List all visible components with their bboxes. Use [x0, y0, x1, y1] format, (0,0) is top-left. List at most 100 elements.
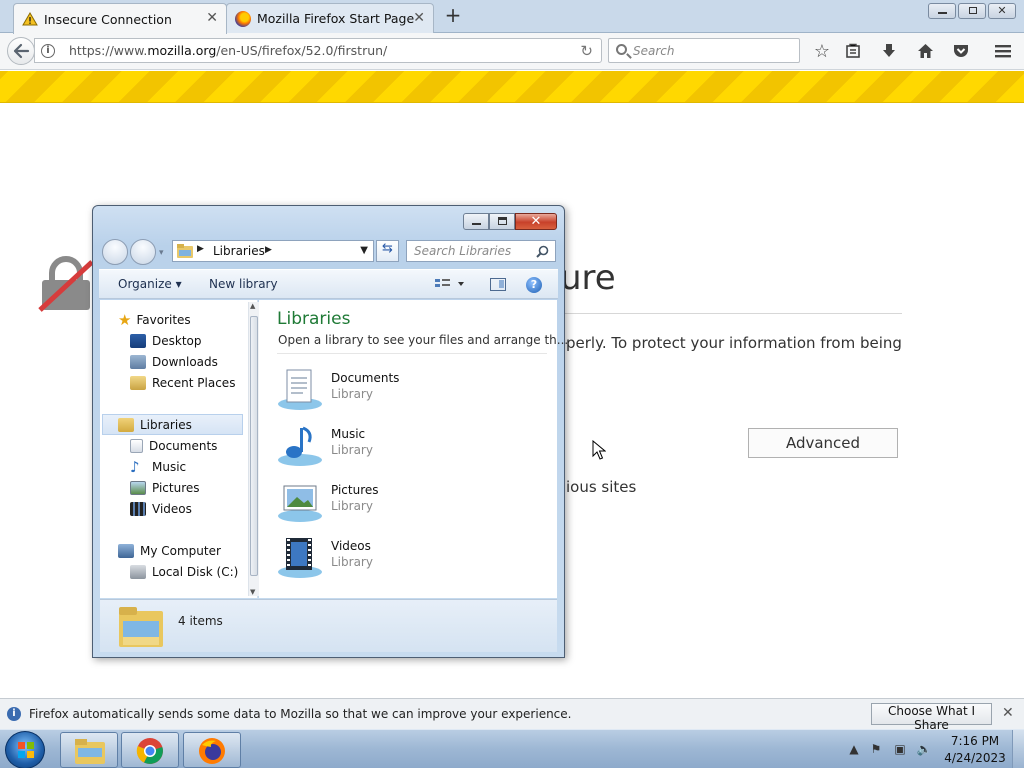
search-placeholder: Search Libraries — [414, 244, 512, 258]
volume-muted-icon[interactable]: 🔈 — [916, 742, 932, 758]
scroll-down-icon[interactable]: ▼ — [250, 588, 255, 596]
organize-button[interactable]: Organize ▾ — [118, 277, 182, 291]
libraries-content-pane: Libraries Open a library to see your fil… — [259, 300, 568, 598]
search-bar[interactable]: Search — [608, 38, 800, 63]
mouse-cursor-icon — [592, 440, 606, 460]
documents-library-icon — [278, 369, 322, 410]
chrome-icon — [136, 738, 163, 764]
scroll-up-icon[interactable]: ▲ — [250, 302, 255, 310]
window-controls: ✕ — [928, 3, 1016, 19]
new-library-button[interactable]: New library — [209, 277, 278, 291]
pocket-icon[interactable] — [950, 40, 972, 62]
close-tab-icon[interactable]: ✕ — [413, 10, 425, 26]
library-item-documents[interactable]: Documents Library — [277, 366, 477, 416]
breadcrumb-arrow-icon[interactable]: ▶ — [197, 244, 204, 254]
desktop-icon — [130, 333, 146, 348]
broken-lock-icon — [38, 256, 94, 312]
explorer-search-input[interactable]: Search Libraries — [406, 240, 556, 262]
reading-list-icon[interactable] — [842, 40, 864, 62]
back-button[interactable] — [7, 37, 35, 65]
library-item-videos[interactable]: Videos Library — [277, 534, 477, 584]
library-folder-icon — [177, 244, 193, 258]
search-icon — [616, 44, 627, 55]
navigation-scrollbar[interactable]: ▲ ▼ — [248, 302, 259, 596]
choose-what-i-share-button[interactable]: Choose What I Share — [871, 703, 992, 732]
close-icon[interactable]: ✕ — [1002, 705, 1014, 721]
nav-my-computer[interactable]: My Computer — [118, 540, 265, 561]
explorer-forward-button[interactable] — [130, 239, 156, 265]
pictures-icon — [130, 480, 146, 495]
back-arrow-icon — [13, 43, 30, 59]
explorer-address-bar[interactable]: ▶ Libraries ▶ ▼ — [172, 240, 374, 262]
libraries-heading: Libraries — [277, 309, 351, 329]
reload-icon[interactable]: ↻ — [580, 42, 593, 60]
divider — [560, 313, 902, 314]
new-tab-button[interactable]: + — [441, 5, 465, 27]
download-icon[interactable] — [878, 40, 900, 62]
taskbar-firefox[interactable] — [183, 732, 241, 768]
firefox-icon — [235, 10, 251, 27]
data-notification-bar: i Firefox automatically sends some data … — [0, 698, 1024, 732]
breadcrumb[interactable]: Libraries — [213, 244, 265, 258]
nav-favorites[interactable]: ★ Favorites — [118, 309, 265, 330]
divider — [277, 353, 547, 354]
search-icon[interactable] — [536, 245, 549, 258]
scrollbar-thumb[interactable] — [250, 316, 258, 576]
change-view-icon[interactable] — [435, 278, 465, 294]
tab-firefox-start[interactable]: Mozilla Firefox Start Page ✕ — [226, 3, 434, 33]
minimize-button[interactable] — [928, 3, 956, 19]
show-desktop-button[interactable] — [1012, 730, 1024, 768]
libraries-subheading: Open a library to see your files and arr… — [278, 333, 569, 347]
taskbar-explorer[interactable] — [60, 732, 118, 768]
info-icon: i — [7, 707, 21, 721]
help-icon[interactable]: ? — [526, 277, 542, 293]
library-type: Library — [331, 499, 373, 513]
url-bar[interactable]: i https://www.mozilla.org/en-US/firefox/… — [34, 38, 602, 63]
site-info-icon[interactable]: i — [41, 44, 55, 58]
close-window-button[interactable]: ✕ — [988, 3, 1016, 19]
taskbar-chrome[interactable] — [121, 732, 179, 768]
bookmark-star-icon[interactable]: ☆ — [811, 40, 833, 62]
error-description: perly. To protect your information from … — [566, 334, 902, 352]
warning-stripe — [0, 71, 1024, 103]
explorer-close-button[interactable]: ✕ — [515, 213, 557, 230]
search-placeholder: Search — [633, 44, 675, 58]
home-icon[interactable] — [914, 40, 936, 62]
refresh-button[interactable]: ⇆ — [376, 240, 399, 262]
tab-bar: Insecure Connection ✕ Mozilla Firefox St… — [0, 0, 1024, 34]
library-item-pictures[interactable]: Pictures Library — [277, 478, 477, 528]
tab-insecure-connection[interactable]: Insecure Connection ✕ — [13, 3, 227, 34]
advanced-button[interactable]: Advanced — [748, 428, 898, 458]
clock-time[interactable]: 7:16 PM — [945, 734, 1005, 748]
clock-date[interactable]: 4/24/2023 — [940, 751, 1010, 765]
show-hidden-icons[interactable]: ▲ — [846, 742, 862, 758]
computer-icon — [118, 543, 134, 558]
restore-button[interactable] — [958, 3, 986, 19]
explorer-back-button[interactable] — [102, 239, 128, 265]
taskbar: ▲ ⚑ ▣ 🔈 7:16 PM 4/24/2023 — [0, 729, 1024, 768]
hard-disk-icon — [130, 564, 146, 579]
library-item-music[interactable]: Music Library — [277, 422, 477, 472]
explorer-maximize-button[interactable] — [489, 213, 515, 230]
downloads-icon — [130, 354, 146, 369]
library-name: Pictures — [331, 483, 379, 497]
warning-icon — [22, 12, 38, 26]
item-count: 4 items — [178, 614, 223, 628]
action-center-icon[interactable]: ⚑ — [868, 742, 884, 758]
libraries-window[interactable]: ✕ ▾ ▶ Libraries ▶ ▼ ⇆ Search Libraries O… — [92, 205, 568, 658]
library-name: Videos — [331, 539, 371, 553]
preview-pane-icon[interactable] — [490, 278, 506, 291]
documents-icon — [130, 438, 143, 453]
recent-pages-chevron-icon[interactable]: ▾ — [159, 248, 164, 258]
start-button[interactable] — [5, 731, 45, 768]
music-library-icon — [278, 426, 322, 466]
explorer-minimize-button[interactable] — [463, 213, 489, 230]
menu-icon[interactable] — [992, 40, 1014, 62]
close-tab-icon[interactable]: ✕ — [206, 10, 218, 26]
breadcrumb-arrow-icon[interactable]: ▶ — [265, 245, 272, 255]
network-icon[interactable]: ▣ — [892, 742, 908, 758]
library-name: Documents — [331, 371, 400, 385]
navigation-toolbar: i https://www.mozilla.org/en-US/firefox/… — [0, 33, 1024, 70]
address-dropdown-icon[interactable]: ▼ — [360, 245, 368, 256]
nav-libraries[interactable]: Libraries — [102, 414, 243, 435]
